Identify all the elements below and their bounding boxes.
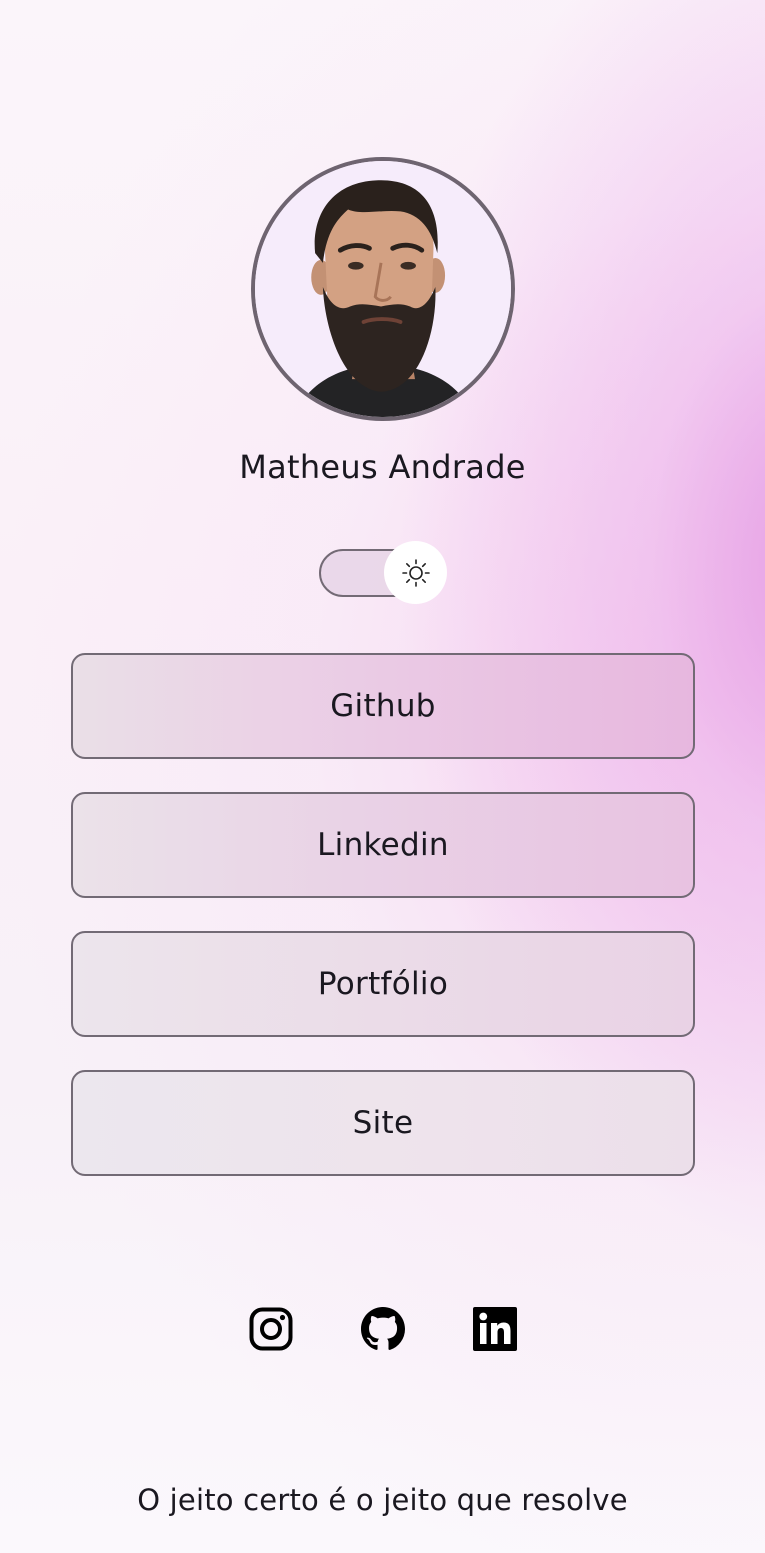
github-link-button[interactable]: Github bbox=[71, 653, 695, 759]
github-icon[interactable] bbox=[361, 1307, 405, 1351]
linkedin-link-button[interactable]: Linkedin bbox=[71, 792, 695, 898]
portfolio-link-button[interactable]: Portfólio bbox=[71, 931, 695, 1037]
profile-name: Matheus Andrade bbox=[239, 448, 526, 486]
footer-tagline: O jeito certo é o jeito que resolve bbox=[137, 1483, 628, 1517]
sun-icon bbox=[401, 558, 430, 587]
site-link-button[interactable]: Site bbox=[71, 1070, 695, 1176]
profile-photo bbox=[255, 161, 511, 417]
linkedin-icon[interactable] bbox=[473, 1307, 517, 1351]
avatar bbox=[251, 157, 515, 421]
instagram-icon[interactable] bbox=[249, 1307, 293, 1351]
theme-toggle-knob[interactable] bbox=[384, 541, 447, 604]
